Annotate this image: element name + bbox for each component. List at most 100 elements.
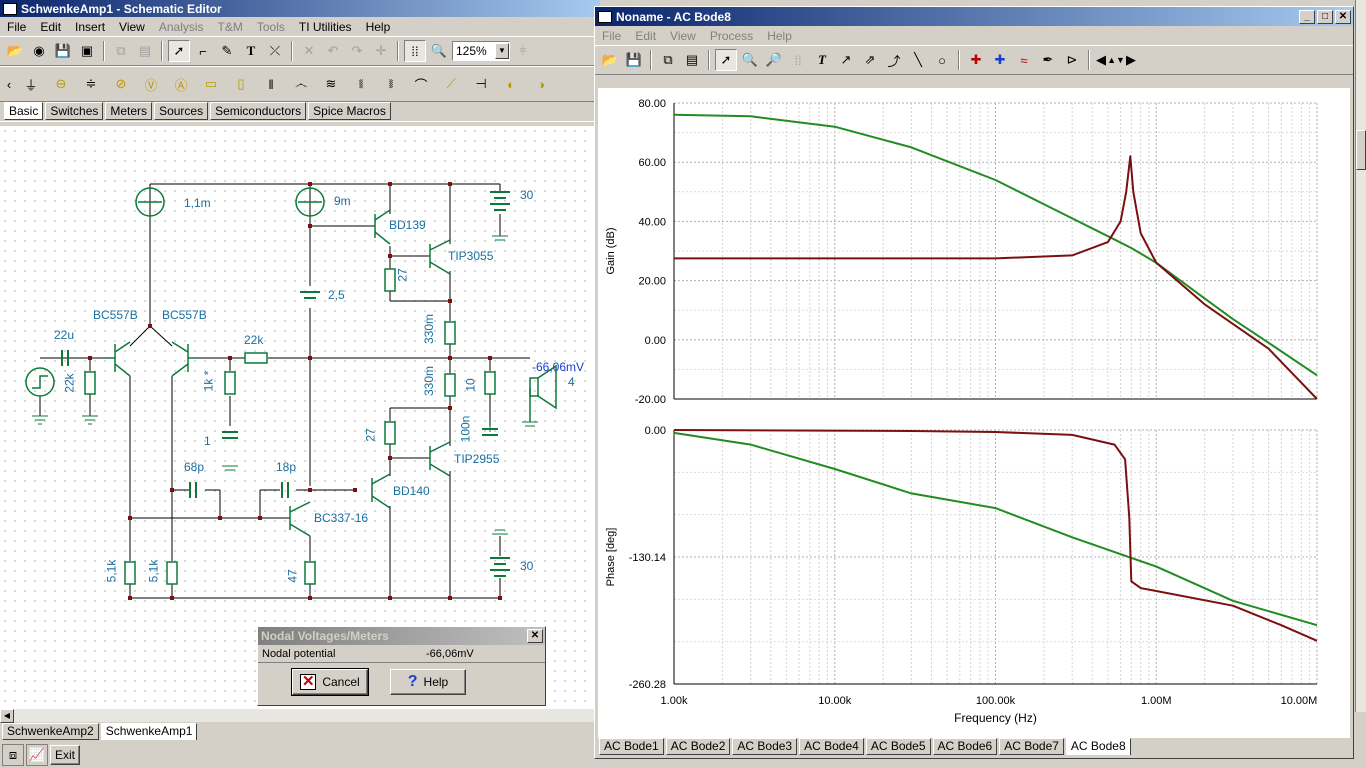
arrow-annotate-icon[interactable]: ↗: [835, 49, 857, 71]
hide-icon[interactable]: ⤫: [264, 40, 286, 62]
bode-plot-area[interactable]: 80.00 60.00 40.00 20.00 0.00 -20.00 Gain (dB) 0…: [598, 88, 1350, 738]
menu-file[interactable]: File: [0, 20, 33, 34]
close-icon[interactable]: ✕: [1335, 9, 1351, 24]
save-icon[interactable]: 💾: [52, 40, 74, 62]
chevron-down-icon[interactable]: ▼: [495, 43, 509, 59]
bode-menu-edit[interactable]: Edit: [628, 29, 663, 43]
cancel-button[interactable]: ✕ Cancel: [291, 668, 369, 696]
paste-icon[interactable]: ▤: [681, 49, 703, 71]
voltmeter-icon[interactable]: Ⓥ: [138, 70, 164, 98]
menu-tm[interactable]: T&M: [211, 20, 250, 34]
circle-tool-icon[interactable]: ○: [931, 49, 953, 71]
bode-tab-7[interactable]: AC Bode7: [999, 738, 1064, 755]
lamp2-icon[interactable]: ◑: [528, 70, 554, 98]
probe-icon[interactable]: ⫩: [512, 40, 534, 62]
open-folder-icon[interactable]: 📂: [599, 49, 621, 71]
transformer-icon[interactable]: ≋: [318, 70, 344, 98]
exit-button[interactable]: Exit: [50, 745, 81, 765]
text-tool-icon[interactable]: T: [240, 40, 262, 62]
bode-tab-8[interactable]: AC Bode8: [1065, 738, 1131, 755]
close-icon[interactable]: ✕: [527, 629, 543, 643]
bode-tab-4[interactable]: AC Bode4: [799, 738, 864, 755]
bode-tab-3[interactable]: AC Bode3: [732, 738, 798, 755]
curve-label-icon[interactable]: ⤴: [883, 49, 905, 71]
copy-icon[interactable]: ⧉: [657, 49, 679, 71]
bode-tab-1[interactable]: AC Bode1: [599, 738, 664, 755]
battery-icon[interactable]: ≑: [78, 70, 104, 98]
zoom-out-icon[interactable]: 🔎: [763, 49, 785, 71]
menu-tools[interactable]: Tools: [250, 20, 292, 34]
switch-icon[interactable]: ⌒: [408, 70, 434, 98]
select-arrow-icon[interactable]: ➚: [715, 49, 737, 71]
diagram-view-icon[interactable]: 📈: [26, 744, 48, 766]
cursor-a-icon[interactable]: ✚: [965, 49, 987, 71]
junction-icon[interactable]: ✛: [370, 40, 392, 62]
open-folder-icon[interactable]: 📂: [4, 40, 26, 62]
tab-semiconductors[interactable]: Semiconductors: [210, 102, 307, 120]
ground-icon[interactable]: ⏚: [18, 70, 44, 98]
capacitor-icon[interactable]: ‖: [258, 70, 284, 98]
menu-help[interactable]: Help: [359, 20, 398, 34]
tab-spice-macros[interactable]: Spice Macros: [308, 102, 391, 120]
voltage-source-icon[interactable]: ⊖: [48, 70, 74, 98]
doc-tab-schwenkeamp2[interactable]: SchwenkeAmp2: [2, 723, 99, 740]
schematic-hscrollbar[interactable]: ◀: [0, 708, 596, 723]
grid-icon[interactable]: ⁞⁞: [787, 49, 809, 71]
minimize-icon[interactable]: _: [1299, 9, 1315, 24]
triangle-left-icon[interactable]: ◀: [1095, 49, 1107, 71]
cursor-b-icon[interactable]: ✚: [989, 49, 1011, 71]
menu-tiutilities[interactable]: TI Utilities: [292, 20, 359, 34]
tab-basic[interactable]: Basic: [4, 102, 44, 120]
zoom-select[interactable]: 125% ▼: [452, 41, 510, 61]
tab-sources[interactable]: Sources: [154, 102, 209, 120]
resistor-icon[interactable]: ▭: [198, 70, 224, 98]
transformer-ct-icon[interactable]: ⧚: [378, 70, 404, 98]
tina-web-icon[interactable]: ◉: [28, 40, 50, 62]
bode-tab-6[interactable]: AC Bode6: [932, 738, 998, 755]
jumper-icon[interactable]: ⊣: [468, 70, 494, 98]
save-icon[interactable]: 💾: [623, 49, 645, 71]
bode-tab-5[interactable]: AC Bode5: [865, 738, 931, 755]
grid-icon[interactable]: ⁞⁞: [404, 40, 426, 62]
lamp-icon[interactable]: ◐: [498, 70, 524, 98]
wire-tool-icon[interactable]: ⌐: [192, 40, 214, 62]
line-tool-icon[interactable]: ╲: [907, 49, 929, 71]
arrow-annotate2-icon[interactable]: ⇗: [859, 49, 881, 71]
flag-icon[interactable]: ⊳: [1061, 49, 1083, 71]
doc-tab-schwenkeamp1[interactable]: SchwenkeAmp1: [100, 723, 198, 740]
bode-menu-file[interactable]: File: [595, 29, 628, 43]
inductor-icon[interactable]: ෴: [288, 70, 314, 98]
schematic-canvas[interactable]: 1,1m 9m 30 2,5 BD139 TIP3055 BC557B BC55…: [0, 126, 596, 708]
desktop-vscrollbar[interactable]: [1355, 0, 1366, 712]
zoom-in-icon[interactable]: 🔍: [739, 49, 761, 71]
menu-edit[interactable]: Edit: [33, 20, 68, 34]
resistor-vertical-icon[interactable]: ▯: [228, 70, 254, 98]
menu-view[interactable]: View: [112, 20, 152, 34]
coupled-inductor-icon[interactable]: ⧛: [348, 70, 374, 98]
pencil-icon[interactable]: ✎: [216, 40, 238, 62]
help-button[interactable]: ? Help: [390, 669, 466, 695]
current-source-icon[interactable]: ⊘: [108, 70, 134, 98]
schematic-view-icon[interactable]: ⧈: [2, 744, 24, 766]
text-tool-icon[interactable]: T: [811, 49, 833, 71]
up-down-icon[interactable]: ▲▼: [1107, 49, 1125, 71]
bode-menu-help[interactable]: Help: [760, 29, 799, 43]
scroll-left-icon[interactable]: ‹: [4, 73, 14, 95]
delete-icon[interactable]: ✕: [298, 40, 320, 62]
menu-insert[interactable]: Insert: [68, 20, 112, 34]
maximize-icon[interactable]: □: [1317, 9, 1333, 24]
redo-icon[interactable]: ↷: [346, 40, 368, 62]
tab-switches[interactable]: Switches: [45, 102, 104, 120]
copy-icon[interactable]: ⧉: [110, 40, 132, 62]
curves-icon[interactable]: ≈: [1013, 49, 1035, 71]
zoom-icon[interactable]: 🔍: [428, 40, 450, 62]
tab-meters[interactable]: Meters: [105, 102, 153, 120]
ammeter-icon[interactable]: Ⓐ: [168, 70, 194, 98]
bode-menu-view[interactable]: View: [663, 29, 703, 43]
marker-icon[interactable]: ✒: [1037, 49, 1059, 71]
bode-menu-process[interactable]: Process: [703, 29, 760, 43]
menu-analysis[interactable]: Analysis: [152, 20, 211, 34]
select-arrow-icon[interactable]: ➚: [168, 40, 190, 62]
undo-icon[interactable]: ↶: [322, 40, 344, 62]
scroll-left-arrow-icon[interactable]: ◀: [0, 709, 14, 723]
